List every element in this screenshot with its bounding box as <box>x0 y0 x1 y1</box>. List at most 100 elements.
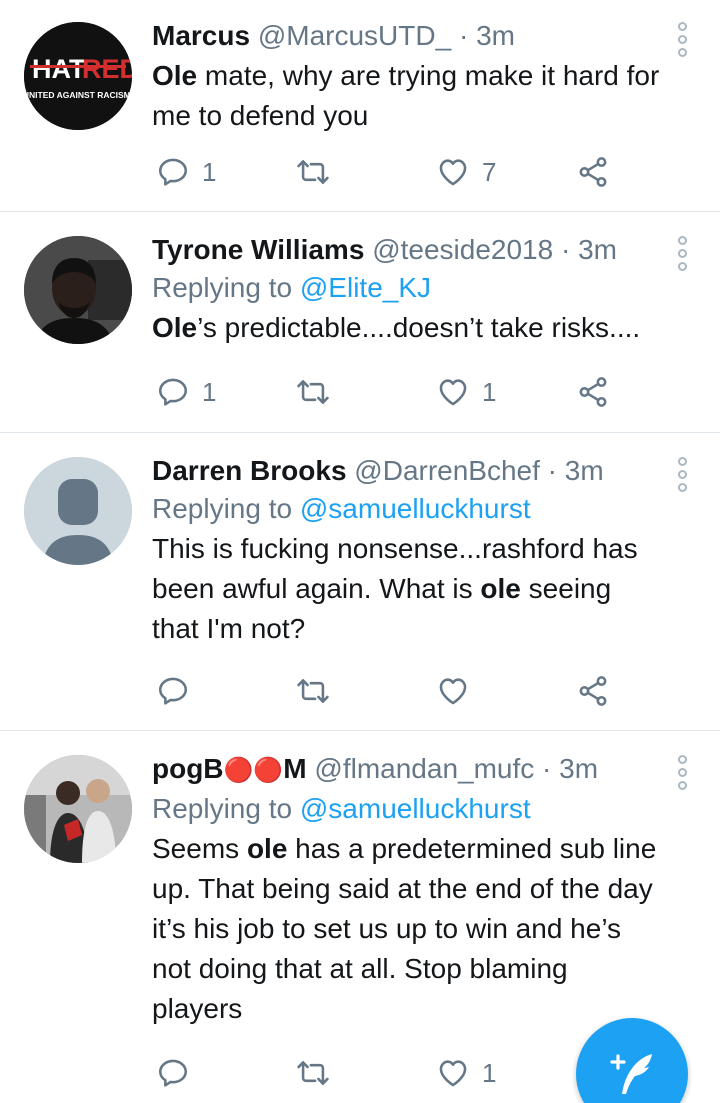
display-name-a: pogB <box>152 753 224 784</box>
reply-button[interactable] <box>156 1053 202 1093</box>
retweet-icon <box>297 380 329 404</box>
reply-icon <box>158 677 188 705</box>
reply-count: 1 <box>202 156 217 187</box>
tweet-marcus[interactable]: HAT RED UNITED AGAINST RACISM. Marcus @M… <box>0 0 720 212</box>
more-vertical-icon[interactable] <box>674 755 690 790</box>
heart-icon <box>439 159 467 186</box>
timestamp[interactable]: 3m <box>559 753 598 784</box>
retweet-button[interactable] <box>296 372 342 412</box>
tweet-header: Marcus @MarcusUTD_ · 3m <box>152 18 662 54</box>
tweet-text: This is fucking nonsense...rashford has … <box>152 529 662 649</box>
more-vertical-icon[interactable] <box>674 236 690 271</box>
replying-to-label: Replying to <box>152 493 300 524</box>
like-count: 7 <box>482 156 497 187</box>
tweet-darren[interactable]: Darren Brooks @DarrenBchef · 3m Replying… <box>0 433 720 731</box>
heart-icon <box>439 379 467 406</box>
hatred-logo-red: RED <box>82 54 132 84</box>
separator-dot: · <box>539 455 565 486</box>
replying-to: Replying to @Elite_KJ <box>152 268 662 308</box>
mention-link[interactable]: @samuelluckhurst <box>300 493 531 524</box>
highlight-keyword: Ole <box>152 60 198 91</box>
display-name[interactable]: Tyrone Williams <box>152 234 364 265</box>
user-handle[interactable]: @MarcusUTD_ <box>258 20 451 51</box>
retweet-icon <box>297 1061 329 1085</box>
separator-dot: · <box>553 234 579 265</box>
reply-count: 1 <box>202 376 217 407</box>
retweet-button[interactable] <box>296 1053 342 1093</box>
highlight-keyword: ole <box>246 833 288 864</box>
tweet-actions: 1 1 <box>152 372 622 412</box>
reply-button[interactable]: 1 <box>156 372 216 412</box>
hatred-logo-tagline: UNITED AGAINST RACISM. <box>24 90 132 100</box>
more-vertical-icon[interactable] <box>674 22 690 57</box>
heart-icon <box>439 678 467 705</box>
compose-tweet-icon <box>610 1054 652 1094</box>
retweet-icon <box>297 679 329 703</box>
tweet-tyrone[interactable]: Tyrone Williams @teeside2018 · 3m Replyi… <box>0 212 720 433</box>
separator-dot: · <box>534 753 560 784</box>
separator-dot: · <box>451 20 477 51</box>
user-handle[interactable]: @flmandan_mufc <box>314 753 534 784</box>
reply-icon <box>158 1059 188 1087</box>
tweet-actions: 1 <box>152 1053 622 1093</box>
profile-photo <box>24 236 132 344</box>
tweet-text: Seems ole has a predetermined sub line u… <box>152 829 662 1029</box>
like-button[interactable]: 7 <box>436 152 496 192</box>
user-handle[interactable]: @teeside2018 <box>372 234 553 265</box>
retweet-icon <box>297 160 329 184</box>
replying-to: Replying to @samuelluckhurst <box>152 789 662 829</box>
timestamp[interactable]: 3m <box>565 455 604 486</box>
tweet-actions: 1 7 <box>152 152 622 192</box>
tweet-text: Ole’s predictable....doesn’t take risks.… <box>152 308 662 348</box>
share-button[interactable] <box>576 152 610 192</box>
share-icon <box>579 377 607 407</box>
hatred-logo: HAT RED UNITED AGAINST RACISM. <box>24 22 132 130</box>
display-name[interactable]: Darren Brooks <box>152 455 347 486</box>
tweet-actions <box>152 671 622 711</box>
like-button[interactable]: 1 <box>436 1053 496 1093</box>
tweet-text-rest: mate, why are trying make it hard for me… <box>152 60 660 131</box>
replying-to-label: Replying to <box>152 272 300 303</box>
share-button[interactable] <box>576 671 610 711</box>
reply-button[interactable] <box>156 671 202 711</box>
avatar[interactable] <box>24 755 132 863</box>
tweet-header: Tyrone Williams @teeside2018 · 3m <box>152 232 662 268</box>
timestamp[interactable]: 3m <box>578 234 617 265</box>
retweet-button[interactable] <box>296 671 342 711</box>
like-count: 1 <box>482 376 497 407</box>
replying-to-label: Replying to <box>152 793 300 824</box>
replying-to: Replying to @samuelluckhurst <box>152 489 662 529</box>
like-button[interactable] <box>436 671 482 711</box>
highlight-keyword: Ole <box>152 312 198 343</box>
more-vertical-icon[interactable] <box>674 457 690 492</box>
user-handle[interactable]: @DarrenBchef <box>354 455 540 486</box>
like-button[interactable]: 1 <box>436 372 496 412</box>
avatar[interactable]: HAT RED UNITED AGAINST RACISM. <box>24 22 132 130</box>
heart-icon <box>439 1060 467 1087</box>
tweet-text-pre: Seems <box>152 833 247 864</box>
display-name-emoji: 🔴🔴 <box>223 757 284 784</box>
tweet-header: Darren Brooks @DarrenBchef · 3m <box>152 453 662 489</box>
share-icon <box>579 676 607 706</box>
reply-icon <box>158 378 188 406</box>
display-name[interactable]: pogB🔴🔴M <box>152 753 307 784</box>
tweet-text-rest: ’s predictable....doesn’t take risks.... <box>197 312 641 343</box>
tweet-text: Ole mate, why are trying make it hard fo… <box>152 56 662 136</box>
display-name-b: M <box>283 753 307 784</box>
share-icon <box>579 157 607 187</box>
share-button[interactable] <box>576 372 610 412</box>
mention-link[interactable]: @Elite_KJ <box>300 272 431 303</box>
reply-icon <box>158 158 188 186</box>
reply-button[interactable]: 1 <box>156 152 216 192</box>
highlight-keyword: ole <box>480 573 521 604</box>
hatred-logo-hat: HAT <box>32 54 86 84</box>
avatar[interactable] <box>24 236 132 344</box>
like-count: 1 <box>482 1057 497 1088</box>
avatar[interactable] <box>24 457 132 565</box>
tweet-header: pogB🔴🔴M @flmandan_mufc · 3m <box>152 751 662 789</box>
retweet-button[interactable] <box>296 152 342 192</box>
profile-photo <box>24 755 132 863</box>
mention-link[interactable]: @samuelluckhurst <box>300 793 531 824</box>
timestamp[interactable]: 3m <box>476 20 515 51</box>
display-name[interactable]: Marcus <box>152 20 250 51</box>
